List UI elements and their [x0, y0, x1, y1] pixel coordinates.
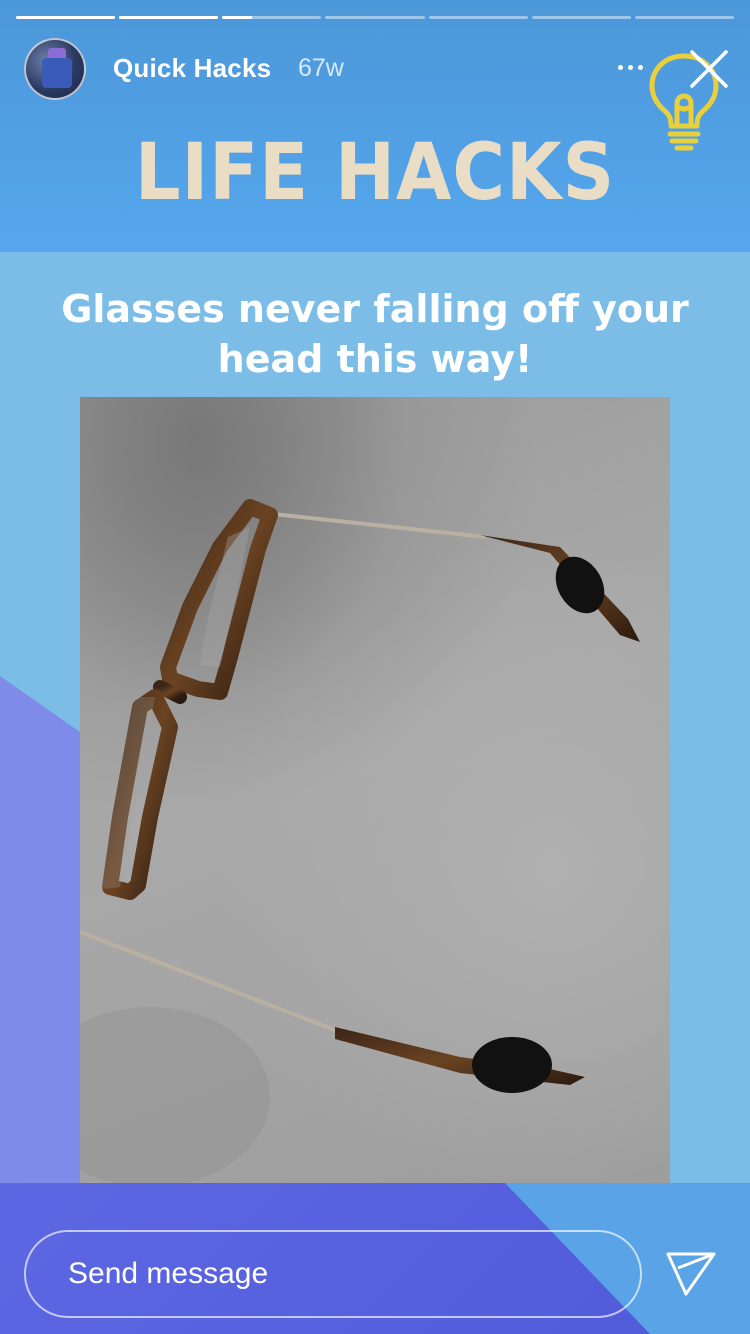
- more-horizontal-icon: [617, 64, 623, 70]
- progress-segment: [634, 16, 734, 19]
- story-photo: [80, 397, 670, 1183]
- story-caption: Glasses never falling off your head this…: [61, 287, 689, 381]
- story-viewer[interactable]: Quick Hacks 67w LIFE HACKS Glasses never…: [0, 0, 750, 1334]
- progress-fill: [222, 16, 253, 19]
- send-button[interactable]: [664, 1248, 718, 1300]
- progress-segment: [222, 16, 322, 19]
- close-button[interactable]: [686, 46, 732, 92]
- progress-fill: [16, 16, 116, 19]
- progress-segment: [16, 16, 116, 19]
- progress-segment: [119, 16, 219, 19]
- glasses-photo: [80, 397, 670, 1183]
- story-progress: [16, 16, 734, 20]
- post-age: 67w: [298, 54, 344, 82]
- progress-segment: [325, 16, 425, 19]
- progress-segment: [428, 16, 528, 19]
- account-name[interactable]: Quick Hacks: [113, 53, 271, 84]
- more-dot: [637, 64, 643, 70]
- progress-fill: [119, 16, 219, 19]
- avatar[interactable]: [24, 38, 86, 100]
- close-icon: [690, 50, 728, 88]
- progress-segment: [531, 16, 631, 19]
- more-options-button[interactable]: [610, 50, 650, 84]
- send-icon: [666, 1252, 716, 1296]
- more-dot: [627, 64, 633, 70]
- send-message-input[interactable]: Send message: [24, 1230, 642, 1318]
- message-placeholder: Send message: [68, 1257, 269, 1290]
- story-title: LIFE HACKS: [134, 128, 616, 218]
